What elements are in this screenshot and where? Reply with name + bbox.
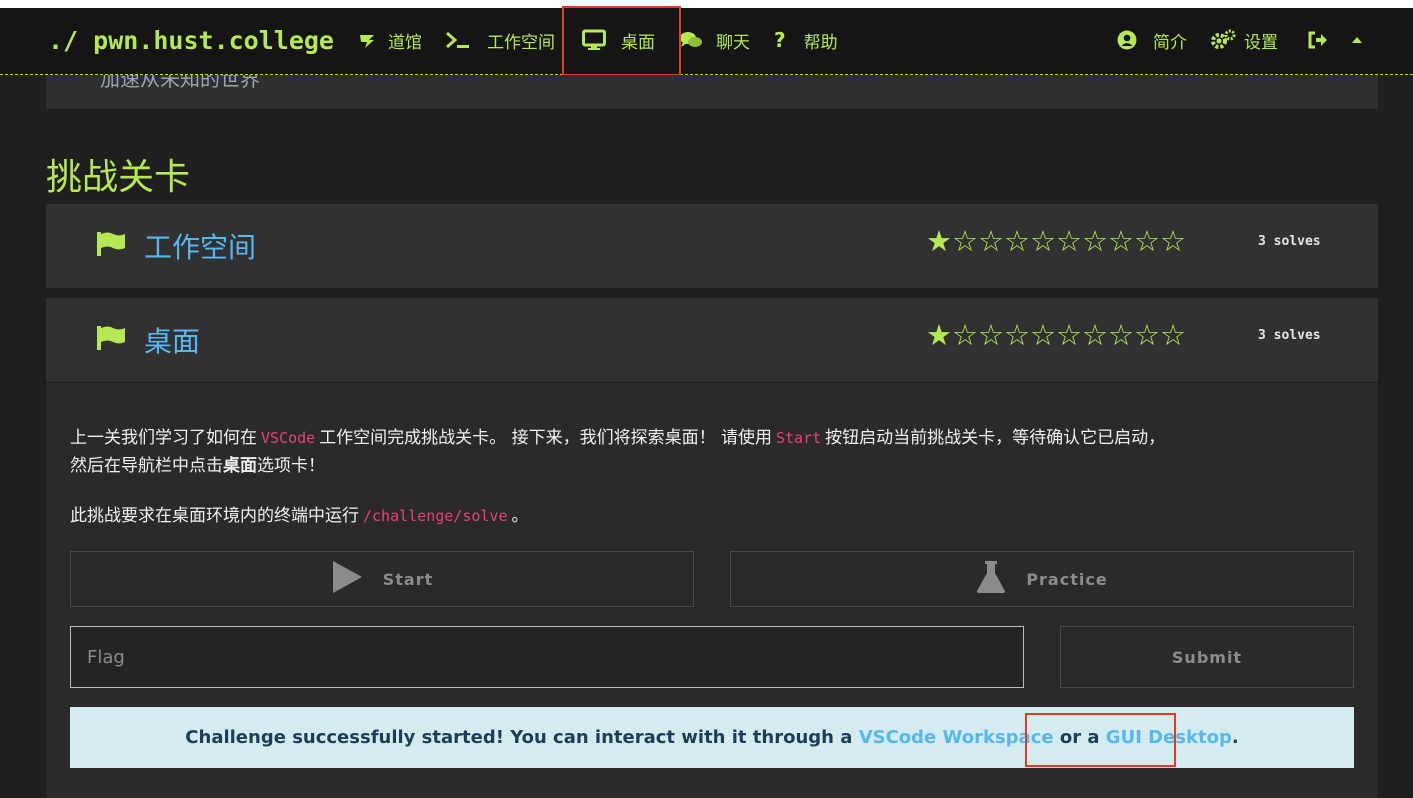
flag-icon	[96, 231, 126, 261]
gears-icon	[1210, 29, 1236, 51]
nav-settings-label: 设置	[1244, 32, 1278, 53]
start-button-label: Start	[382, 569, 434, 589]
sign-out-icon	[1308, 31, 1328, 49]
nav-workspace[interactable]: 工作空间	[445, 29, 555, 53]
inline-code: VSCode	[261, 429, 316, 447]
window-top-edge	[0, 0, 1413, 8]
desc-bold-text: 桌面	[223, 456, 257, 476]
challenge-description: 上一关我们学习了如何在 VSCode 工作空间完成挑战关卡。 接下来，我们将探索桌面…	[70, 424, 1165, 480]
desc-text: 然后在导航栏中点击	[70, 456, 223, 476]
desktop-tab-highlight	[562, 6, 681, 76]
submit-button-label: Submit	[1171, 647, 1243, 667]
gui-desktop-highlight	[1025, 713, 1176, 767]
practice-button[interactable]: Practice	[730, 551, 1354, 607]
challenge-name: 桌面	[144, 325, 201, 358]
chat-icon	[679, 30, 703, 50]
nav-help-label: 帮助	[803, 32, 838, 53]
start-button[interactable]: Start	[70, 551, 694, 607]
desc-text: 上一关我们学习了如何在	[70, 428, 257, 448]
challenge-header-workspace[interactable]: 工作空间 ★☆☆☆☆☆☆☆☆☆ 3 solves	[46, 204, 1378, 288]
nav-chat-label: 聊天	[716, 32, 750, 53]
alert-text: Challenge successfully started! You can …	[185, 727, 853, 748]
challenge-header-desktop[interactable]: 桌面 ★☆☆☆☆☆☆☆☆☆ 3 solves	[46, 298, 1378, 382]
flag-input[interactable]	[70, 626, 1024, 688]
collapse-navbar-button[interactable]	[1351, 29, 1363, 51]
previous-module-text: 加速从未知的世界	[100, 75, 260, 91]
nav-chat[interactable]: 聊天	[679, 29, 750, 53]
solve-count: 3 solves	[1258, 328, 1321, 343]
nav-dojos[interactable]: 道馆	[357, 29, 422, 53]
desc-text: 。	[511, 506, 529, 526]
desc-text: 按钮启动当前挑战关卡，等待确认它已启动，	[825, 428, 1166, 448]
inline-code: /challenge/solve	[363, 507, 508, 525]
solve-count: 3 solves	[1258, 234, 1321, 249]
nav-help[interactable]: ? 帮助	[774, 28, 838, 53]
flask-icon	[976, 560, 1026, 598]
play-icon	[331, 560, 383, 598]
challenges-heading: 挑战关卡	[46, 157, 191, 198]
navbar: ./ pwn.hust.college 道馆 工作空间 桌面 聊天 ? 帮助 简…	[0, 8, 1413, 75]
question-icon: ?	[774, 28, 786, 52]
difficulty-stars: ★☆☆☆☆☆☆☆☆☆	[926, 224, 1186, 258]
nav-settings[interactable]: 设置	[1210, 29, 1278, 53]
nav-workspace-label: 工作空间	[487, 32, 555, 53]
inline-code: Start	[776, 429, 822, 447]
terminal-icon	[445, 30, 471, 50]
challenge-instruction: 此挑战要求在桌面环境内的终端中运行/challenge/solve。	[70, 502, 529, 530]
caret-up-icon	[1351, 35, 1363, 45]
dojo-icon	[357, 30, 377, 50]
desc-text: 工作空间完成挑战关卡。 接下来，我们将探索桌面！ 请使用	[319, 428, 772, 448]
desc-text: 此挑战要求在桌面环境内的终端中运行	[70, 506, 359, 526]
flag-icon	[96, 325, 126, 355]
brand-logo[interactable]: ./ pwn.hust.college	[48, 26, 334, 55]
user-icon	[1117, 30, 1137, 50]
alert-text: .	[1231, 727, 1239, 748]
nav-profile-label: 简介	[1153, 32, 1187, 53]
previous-module-panel: 加速从未知的世界	[46, 75, 1378, 109]
nav-dojos-label: 道馆	[388, 32, 422, 53]
difficulty-stars: ★☆☆☆☆☆☆☆☆☆	[926, 318, 1186, 352]
submit-button[interactable]: Submit	[1060, 626, 1354, 688]
practice-button-label: Practice	[1026, 569, 1108, 589]
challenge-name: 工作空间	[144, 231, 257, 264]
nav-profile[interactable]: 简介	[1117, 29, 1187, 53]
logout-button[interactable]	[1308, 29, 1328, 51]
desc-text: 选项卡！	[257, 456, 325, 476]
